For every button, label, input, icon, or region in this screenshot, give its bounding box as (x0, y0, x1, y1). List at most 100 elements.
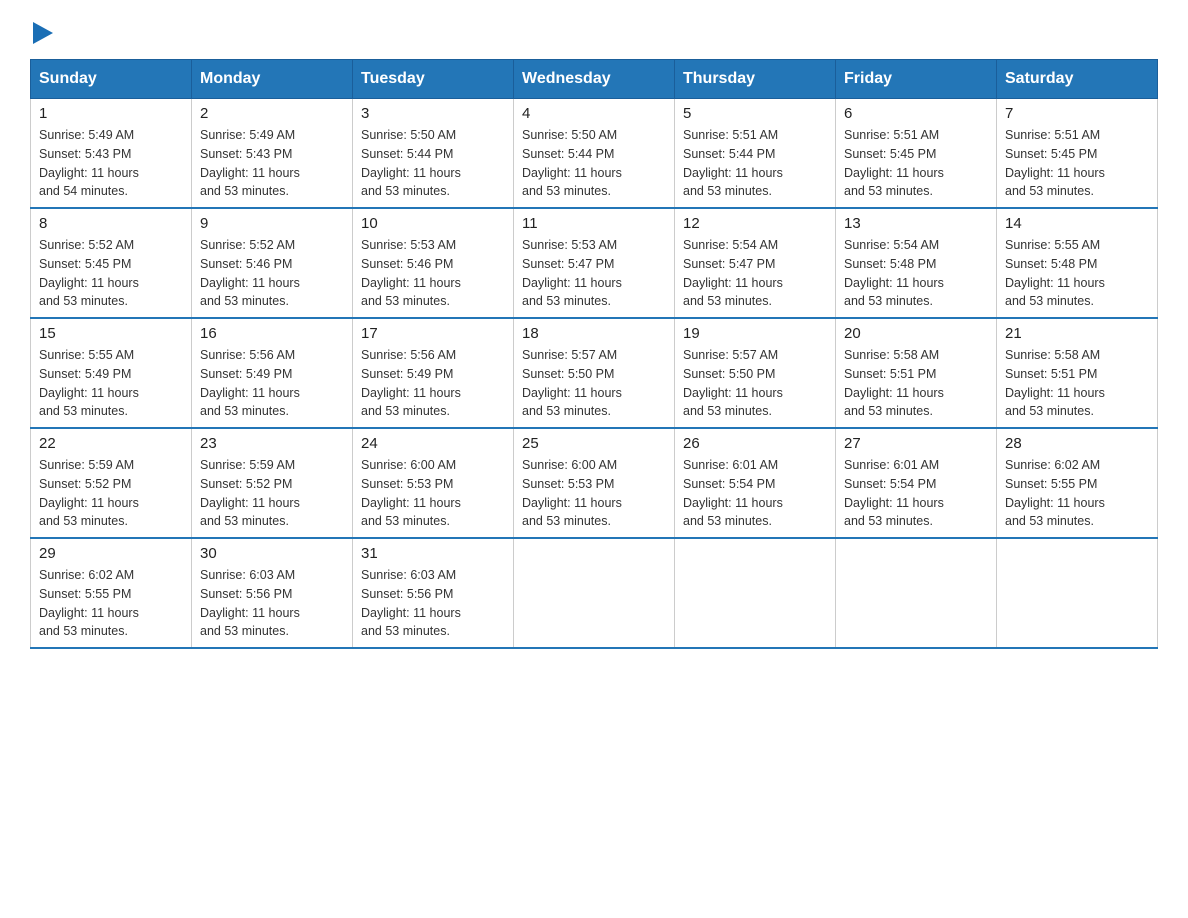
calendar-day-cell: 4 Sunrise: 5:50 AM Sunset: 5:44 PM Dayli… (514, 99, 675, 209)
calendar-day-cell: 2 Sunrise: 5:49 AM Sunset: 5:43 PM Dayli… (192, 99, 353, 209)
logo-line1 (30, 20, 53, 49)
logo-wrapper (30, 20, 53, 49)
calendar-week-row: 8 Sunrise: 5:52 AM Sunset: 5:45 PM Dayli… (31, 208, 1158, 318)
day-number: 11 (522, 215, 666, 232)
weekday-header-thursday: Thursday (675, 60, 836, 99)
calendar-day-cell: 14 Sunrise: 5:55 AM Sunset: 5:48 PM Dayl… (997, 208, 1158, 318)
day-number: 22 (39, 435, 183, 452)
day-info: Sunrise: 6:03 AM Sunset: 5:56 PM Dayligh… (361, 566, 505, 641)
day-number: 28 (1005, 435, 1149, 452)
calendar-day-cell: 26 Sunrise: 6:01 AM Sunset: 5:54 PM Dayl… (675, 428, 836, 538)
calendar-day-cell: 1 Sunrise: 5:49 AM Sunset: 5:43 PM Dayli… (31, 99, 192, 209)
day-info: Sunrise: 5:55 AM Sunset: 5:48 PM Dayligh… (1005, 236, 1149, 311)
day-info: Sunrise: 5:49 AM Sunset: 5:43 PM Dayligh… (39, 126, 183, 201)
day-info: Sunrise: 5:59 AM Sunset: 5:52 PM Dayligh… (200, 456, 344, 531)
weekday-header-monday: Monday (192, 60, 353, 99)
day-info: Sunrise: 5:58 AM Sunset: 5:51 PM Dayligh… (1005, 346, 1149, 421)
day-number: 21 (1005, 325, 1149, 342)
day-info: Sunrise: 6:02 AM Sunset: 5:55 PM Dayligh… (1005, 456, 1149, 531)
day-number: 12 (683, 215, 827, 232)
day-info: Sunrise: 5:56 AM Sunset: 5:49 PM Dayligh… (361, 346, 505, 421)
day-info: Sunrise: 5:49 AM Sunset: 5:43 PM Dayligh… (200, 126, 344, 201)
day-number: 25 (522, 435, 666, 452)
calendar-day-cell: 22 Sunrise: 5:59 AM Sunset: 5:52 PM Dayl… (31, 428, 192, 538)
day-info: Sunrise: 6:00 AM Sunset: 5:53 PM Dayligh… (361, 456, 505, 531)
calendar-day-cell (514, 538, 675, 648)
day-number: 30 (200, 545, 344, 562)
day-number: 20 (844, 325, 988, 342)
calendar-table: SundayMondayTuesdayWednesdayThursdayFrid… (30, 59, 1158, 649)
calendar-day-cell: 27 Sunrise: 6:01 AM Sunset: 5:54 PM Dayl… (836, 428, 997, 538)
day-info: Sunrise: 5:53 AM Sunset: 5:46 PM Dayligh… (361, 236, 505, 311)
calendar-week-row: 22 Sunrise: 5:59 AM Sunset: 5:52 PM Dayl… (31, 428, 1158, 538)
day-info: Sunrise: 5:50 AM Sunset: 5:44 PM Dayligh… (361, 126, 505, 201)
weekday-header-tuesday: Tuesday (353, 60, 514, 99)
calendar-week-row: 1 Sunrise: 5:49 AM Sunset: 5:43 PM Dayli… (31, 99, 1158, 209)
day-number: 15 (39, 325, 183, 342)
day-info: Sunrise: 5:53 AM Sunset: 5:47 PM Dayligh… (522, 236, 666, 311)
weekday-header-friday: Friday (836, 60, 997, 99)
day-info: Sunrise: 5:54 AM Sunset: 5:48 PM Dayligh… (844, 236, 988, 311)
calendar-day-cell (675, 538, 836, 648)
calendar-week-row: 29 Sunrise: 6:02 AM Sunset: 5:55 PM Dayl… (31, 538, 1158, 648)
calendar-day-cell: 11 Sunrise: 5:53 AM Sunset: 5:47 PM Dayl… (514, 208, 675, 318)
calendar-day-cell: 28 Sunrise: 6:02 AM Sunset: 5:55 PM Dayl… (997, 428, 1158, 538)
day-number: 4 (522, 105, 666, 122)
day-number: 13 (844, 215, 988, 232)
logo-arrow-icon (33, 22, 53, 44)
calendar-day-cell: 18 Sunrise: 5:57 AM Sunset: 5:50 PM Dayl… (514, 318, 675, 428)
day-number: 6 (844, 105, 988, 122)
calendar-day-cell: 29 Sunrise: 6:02 AM Sunset: 5:55 PM Dayl… (31, 538, 192, 648)
calendar-day-cell: 5 Sunrise: 5:51 AM Sunset: 5:44 PM Dayli… (675, 99, 836, 209)
calendar-day-cell: 23 Sunrise: 5:59 AM Sunset: 5:52 PM Dayl… (192, 428, 353, 538)
weekday-header-row: SundayMondayTuesdayWednesdayThursdayFrid… (31, 60, 1158, 99)
day-number: 26 (683, 435, 827, 452)
weekday-header-sunday: Sunday (31, 60, 192, 99)
day-number: 24 (361, 435, 505, 452)
day-info: Sunrise: 5:57 AM Sunset: 5:50 PM Dayligh… (522, 346, 666, 421)
calendar-day-cell: 7 Sunrise: 5:51 AM Sunset: 5:45 PM Dayli… (997, 99, 1158, 209)
day-info: Sunrise: 5:51 AM Sunset: 5:45 PM Dayligh… (844, 126, 988, 201)
day-number: 18 (522, 325, 666, 342)
day-info: Sunrise: 5:52 AM Sunset: 5:46 PM Dayligh… (200, 236, 344, 311)
calendar-day-cell: 9 Sunrise: 5:52 AM Sunset: 5:46 PM Dayli… (192, 208, 353, 318)
calendar-week-row: 15 Sunrise: 5:55 AM Sunset: 5:49 PM Dayl… (31, 318, 1158, 428)
day-info: Sunrise: 6:00 AM Sunset: 5:53 PM Dayligh… (522, 456, 666, 531)
calendar-day-cell: 10 Sunrise: 5:53 AM Sunset: 5:46 PM Dayl… (353, 208, 514, 318)
day-info: Sunrise: 5:57 AM Sunset: 5:50 PM Dayligh… (683, 346, 827, 421)
weekday-header-wednesday: Wednesday (514, 60, 675, 99)
calendar-day-cell: 15 Sunrise: 5:55 AM Sunset: 5:49 PM Dayl… (31, 318, 192, 428)
day-number: 1 (39, 105, 183, 122)
day-info: Sunrise: 5:58 AM Sunset: 5:51 PM Dayligh… (844, 346, 988, 421)
day-number: 19 (683, 325, 827, 342)
calendar-day-cell: 24 Sunrise: 6:00 AM Sunset: 5:53 PM Dayl… (353, 428, 514, 538)
day-number: 10 (361, 215, 505, 232)
day-info: Sunrise: 5:54 AM Sunset: 5:47 PM Dayligh… (683, 236, 827, 311)
day-number: 16 (200, 325, 344, 342)
day-info: Sunrise: 5:52 AM Sunset: 5:45 PM Dayligh… (39, 236, 183, 311)
day-info: Sunrise: 5:56 AM Sunset: 5:49 PM Dayligh… (200, 346, 344, 421)
day-number: 5 (683, 105, 827, 122)
day-number: 7 (1005, 105, 1149, 122)
day-number: 14 (1005, 215, 1149, 232)
calendar-day-cell (836, 538, 997, 648)
day-info: Sunrise: 5:51 AM Sunset: 5:45 PM Dayligh… (1005, 126, 1149, 201)
day-number: 9 (200, 215, 344, 232)
weekday-header-saturday: Saturday (997, 60, 1158, 99)
day-info: Sunrise: 5:50 AM Sunset: 5:44 PM Dayligh… (522, 126, 666, 201)
calendar-day-cell: 6 Sunrise: 5:51 AM Sunset: 5:45 PM Dayli… (836, 99, 997, 209)
day-info: Sunrise: 6:02 AM Sunset: 5:55 PM Dayligh… (39, 566, 183, 641)
calendar-day-cell: 25 Sunrise: 6:00 AM Sunset: 5:53 PM Dayl… (514, 428, 675, 538)
day-number: 17 (361, 325, 505, 342)
calendar-day-cell: 12 Sunrise: 5:54 AM Sunset: 5:47 PM Dayl… (675, 208, 836, 318)
calendar-day-cell: 19 Sunrise: 5:57 AM Sunset: 5:50 PM Dayl… (675, 318, 836, 428)
page-header (30, 20, 1158, 49)
calendar-day-cell: 8 Sunrise: 5:52 AM Sunset: 5:45 PM Dayli… (31, 208, 192, 318)
calendar-day-cell: 31 Sunrise: 6:03 AM Sunset: 5:56 PM Dayl… (353, 538, 514, 648)
day-info: Sunrise: 5:59 AM Sunset: 5:52 PM Dayligh… (39, 456, 183, 531)
day-number: 23 (200, 435, 344, 452)
day-number: 8 (39, 215, 183, 232)
day-number: 3 (361, 105, 505, 122)
day-info: Sunrise: 6:03 AM Sunset: 5:56 PM Dayligh… (200, 566, 344, 641)
logo (30, 20, 53, 49)
